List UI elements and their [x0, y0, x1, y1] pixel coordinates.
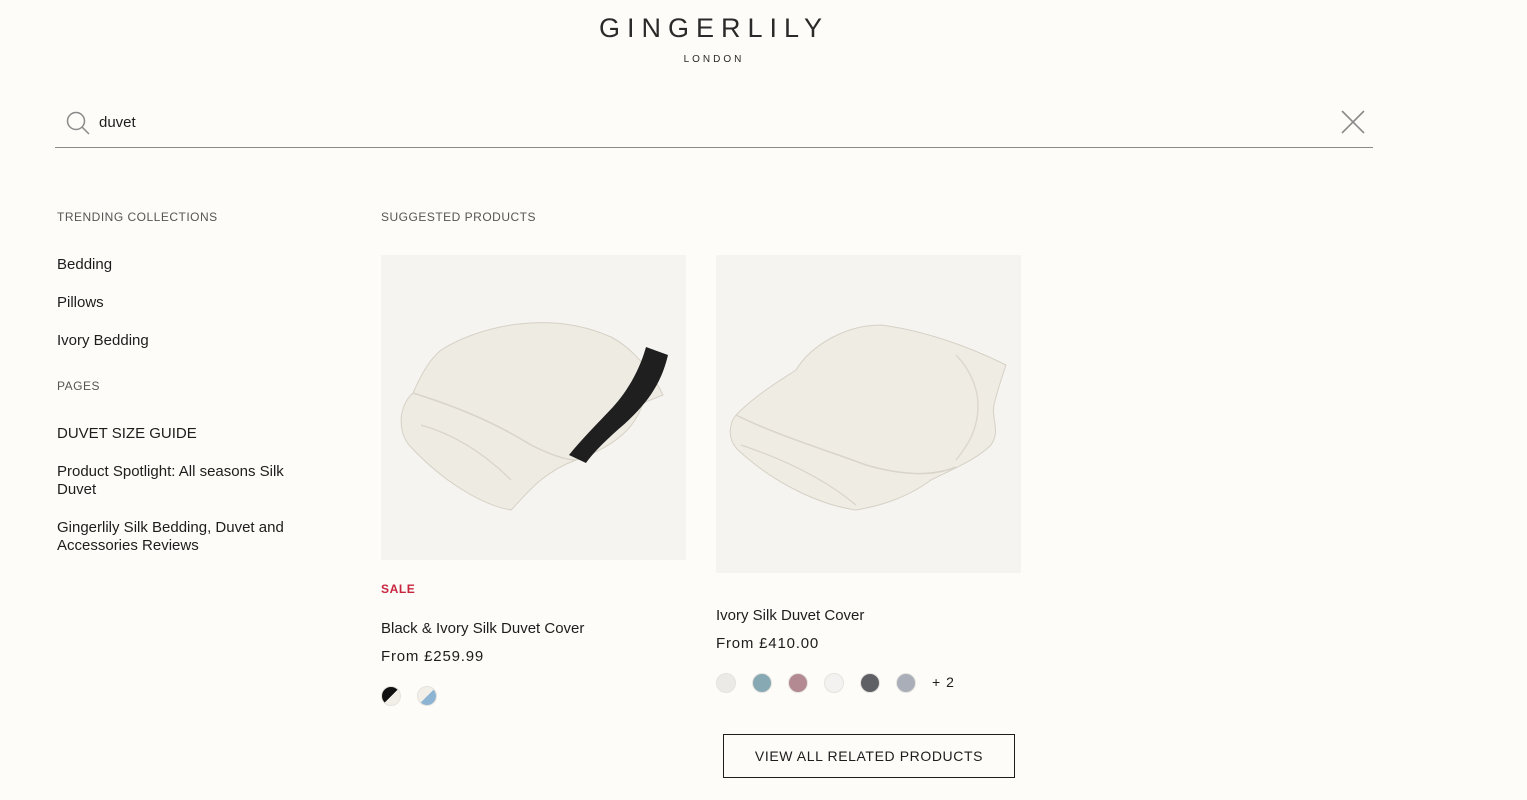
close-icon[interactable] — [1339, 108, 1367, 136]
suggested-heading: SUGGESTED PRODUCTS — [381, 210, 537, 224]
brand-location: LONDON — [683, 54, 745, 65]
sale-badge: SALE — [381, 582, 416, 596]
search-input[interactable] — [99, 108, 1299, 136]
brand-name: GINGERLILY — [598, 13, 830, 43]
page-link-duvet-size-guide[interactable]: DUVET SIZE GUIDE — [57, 425, 287, 443]
search-bar — [55, 100, 1373, 148]
trending-heading: TRENDING COLLECTIONS — [57, 210, 218, 224]
product-image-black-ivory-duvet[interactable] — [381, 255, 686, 560]
product-price-black-ivory: From £259.99 — [381, 648, 484, 665]
swatch-blue[interactable] — [752, 673, 772, 693]
swatch-silver[interactable] — [896, 673, 916, 693]
swatch-blue-ivory[interactable] — [417, 686, 437, 706]
more-swatches-count[interactable]: + 2 — [932, 674, 955, 690]
search-icon[interactable] — [65, 110, 91, 136]
product-image-ivory-duvet[interactable] — [716, 255, 1021, 573]
product-title-black-ivory[interactable]: Black & Ivory Silk Duvet Cover — [381, 620, 584, 637]
swatch-rose[interactable] — [788, 673, 808, 693]
logo[interactable]: GINGERLILY LONDON — [0, 12, 1428, 65]
trending-item-ivory-bedding[interactable]: Ivory Bedding — [57, 332, 287, 350]
product-price-ivory: From £410.00 — [716, 635, 819, 652]
swatch-black-ivory[interactable] — [381, 686, 401, 706]
duvet-image-icon — [400, 322, 668, 511]
page-link-product-spotlight[interactable]: Product Spotlight: All seasons Silk Duve… — [57, 463, 287, 499]
trending-item-pillows[interactable]: Pillows — [57, 294, 287, 312]
duvet-image-icon — [729, 324, 1007, 511]
product-title-ivory[interactable]: Ivory Silk Duvet Cover — [716, 607, 864, 624]
trending-item-bedding[interactable]: Bedding — [57, 256, 287, 274]
page-link-reviews[interactable]: Gingerlily Silk Bedding, Duvet and Acces… — [57, 519, 287, 555]
pages-heading: PAGES — [57, 379, 100, 393]
view-all-products-button[interactable]: VIEW ALL RELATED PRODUCTS — [723, 734, 1015, 778]
swatch-charcoal[interactable] — [860, 673, 880, 693]
swatch-ivory[interactable] — [716, 673, 736, 693]
swatch-white[interactable] — [824, 673, 844, 693]
